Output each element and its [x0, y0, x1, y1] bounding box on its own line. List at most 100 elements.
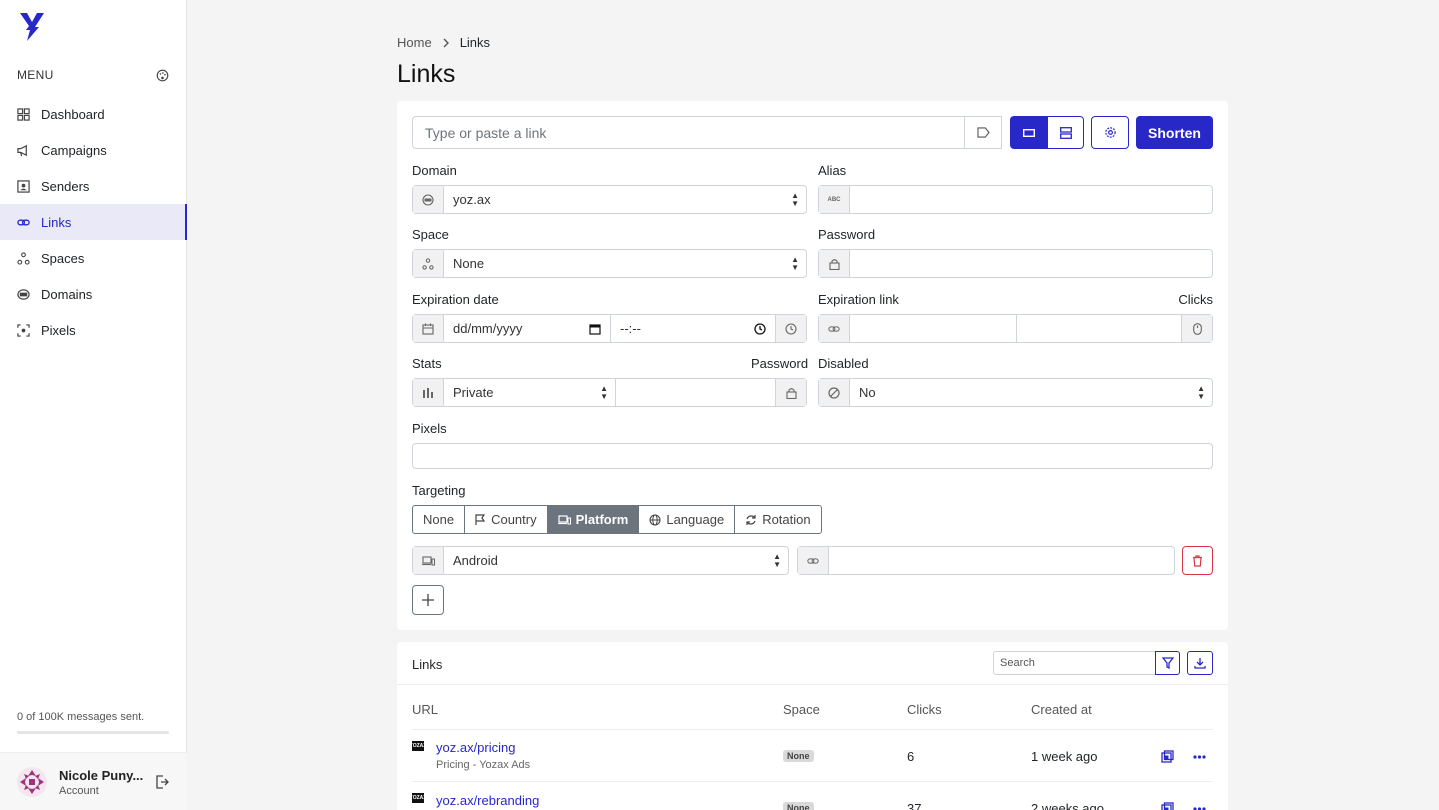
pixels-input[interactable] [412, 443, 1213, 469]
favicon-icon: YOZAX [409, 741, 427, 751]
link-icon [17, 216, 30, 229]
stats-label: Stats [412, 356, 442, 371]
row-created: 2 weeks ago [1031, 801, 1104, 810]
links-search-input[interactable]: Search [993, 651, 1156, 675]
divider [397, 684, 1228, 685]
row-clicks: 37 [907, 801, 922, 810]
table-row: YOZAX yoz.ax/rebranding None 37 2 weeks … [397, 782, 1228, 810]
avatar[interactable] [17, 767, 47, 797]
filter-icon [1161, 657, 1174, 669]
sidebar-nav: Dashboard Campaigns Senders Links Spaces… [0, 96, 187, 348]
pixels-label: Pixels [412, 421, 447, 436]
select-caret-icon: ▲ ▼ [791, 254, 799, 272]
sidebar-item-campaigns[interactable]: Campaigns [0, 132, 187, 168]
usage-text: 0 of 100K messages sent. [17, 711, 145, 723]
account-panel[interactable]: Nicole Puny... Account [0, 752, 187, 810]
sidebar-item-label: Domains [41, 286, 93, 302]
breadcrumb-home[interactable]: Home [397, 35, 432, 50]
logo-icon[interactable] [18, 12, 46, 42]
domain-label: Domain [412, 163, 457, 178]
column-header-space: Space [783, 702, 820, 717]
link-icon [819, 315, 850, 342]
stats-select[interactable]: Private ▲ ▼ [444, 379, 616, 406]
theme-palette-icon[interactable] [156, 69, 169, 82]
targeting-none[interactable]: None [413, 506, 466, 533]
sidebar-item-spaces[interactable]: Spaces [0, 240, 187, 276]
add-target-button[interactable] [412, 585, 444, 615]
spaces-icon [17, 251, 30, 265]
password-input[interactable] [818, 249, 1213, 278]
copy-icon[interactable] [1161, 750, 1174, 763]
disabled-select[interactable]: No ▲ ▼ [818, 378, 1213, 407]
sidebar-item-links[interactable]: Links [0, 204, 187, 240]
sidebar-item-label: Spaces [41, 250, 85, 266]
calendar-picker-icon[interactable] [589, 323, 601, 335]
more-options-icon[interactable] [1193, 755, 1206, 759]
link-input[interactable]: Type or paste a link [412, 116, 1002, 149]
sidebar-item-label: Dashboard [41, 106, 105, 122]
filter-button[interactable] [1155, 651, 1180, 675]
alias-input[interactable]: ABC [818, 185, 1213, 214]
expiration-link-group [818, 314, 1213, 343]
targeting-language[interactable]: Language [639, 506, 736, 533]
sidebar-item-senders[interactable]: Senders [0, 168, 187, 204]
download-button[interactable] [1187, 651, 1213, 675]
chevron-right-icon [443, 38, 449, 47]
target-url-input[interactable] [797, 546, 1175, 575]
shorten-button[interactable]: Shorten [1136, 116, 1213, 149]
favicon-icon: YOZAX [409, 793, 427, 803]
single-mode-button[interactable] [1010, 116, 1048, 149]
stats-value: Private [453, 385, 494, 400]
stats-group: Private ▲ ▼ [412, 378, 807, 407]
targeting-option-label: Platform [575, 512, 629, 527]
platform-select[interactable]: Android ▲ ▼ [412, 546, 789, 575]
shorten-link-card: Type or paste a link Shorten Domain Alia… [397, 101, 1228, 630]
multiple-mode-button[interactable] [1047, 116, 1084, 149]
row-url-link[interactable]: yoz.ax/rebranding [436, 793, 539, 808]
space-label: Space [412, 227, 449, 242]
expiration-time-input[interactable]: --:-- [611, 315, 775, 342]
targeting-rotation[interactable]: Rotation [735, 506, 820, 533]
search-placeholder: Search [1000, 657, 1035, 669]
time-placeholder: --:-- [620, 321, 641, 336]
expiration-date-input[interactable]: dd/mm/yyyy [444, 315, 611, 342]
row-created: 1 week ago [1031, 749, 1098, 764]
id-card-icon [17, 179, 30, 193]
select-caret-icon: ▲ ▼ [600, 383, 608, 401]
globe-icon [413, 186, 444, 213]
clock-picker-icon[interactable] [754, 322, 766, 335]
flag-icon [475, 513, 486, 525]
sidebar-item-dashboard[interactable]: Dashboard [0, 96, 187, 132]
domain-select[interactable]: yoz.ax ▲ ▼ [412, 185, 807, 214]
targeting-platform[interactable]: Platform [547, 506, 640, 533]
password-label: Password [818, 227, 876, 242]
bar-chart-icon [413, 379, 444, 406]
breadcrumb-current: Links [459, 35, 491, 50]
megaphone-icon [17, 144, 30, 157]
links-table-card: Links Search URL Space Clicks Created at… [397, 642, 1228, 810]
sidebar-item-domains[interactable]: Domains [0, 276, 187, 312]
stats-password-input[interactable] [616, 379, 775, 406]
rotate-icon [746, 514, 756, 525]
select-caret-icon: ▲ ▼ [1197, 383, 1205, 401]
logout-icon[interactable] [155, 775, 169, 789]
links-table-title: Links [412, 657, 443, 672]
lock-icon [775, 379, 806, 406]
row-url-link[interactable]: yoz.ax/pricing [436, 740, 515, 755]
expiration-link-input[interactable] [850, 315, 1017, 342]
space-select[interactable]: None ▲ ▼ [412, 249, 807, 278]
clicks-input[interactable] [1017, 315, 1181, 342]
copy-icon[interactable] [1161, 802, 1174, 810]
delete-target-button[interactable] [1182, 546, 1213, 575]
tag-icon[interactable] [964, 117, 1001, 148]
expiration-link-label: Expiration link [818, 292, 899, 307]
lock-icon [819, 250, 850, 277]
trash-icon [1193, 554, 1202, 567]
sidebar-item-pixels[interactable]: Pixels [0, 312, 187, 348]
devices-icon [413, 547, 444, 574]
targeting-option-label: Language [666, 512, 725, 527]
targeting-label: Targeting [412, 483, 466, 498]
targeting-country[interactable]: Country [465, 506, 548, 533]
disabled-label: Disabled [818, 356, 869, 371]
advanced-settings-button[interactable] [1091, 116, 1129, 149]
